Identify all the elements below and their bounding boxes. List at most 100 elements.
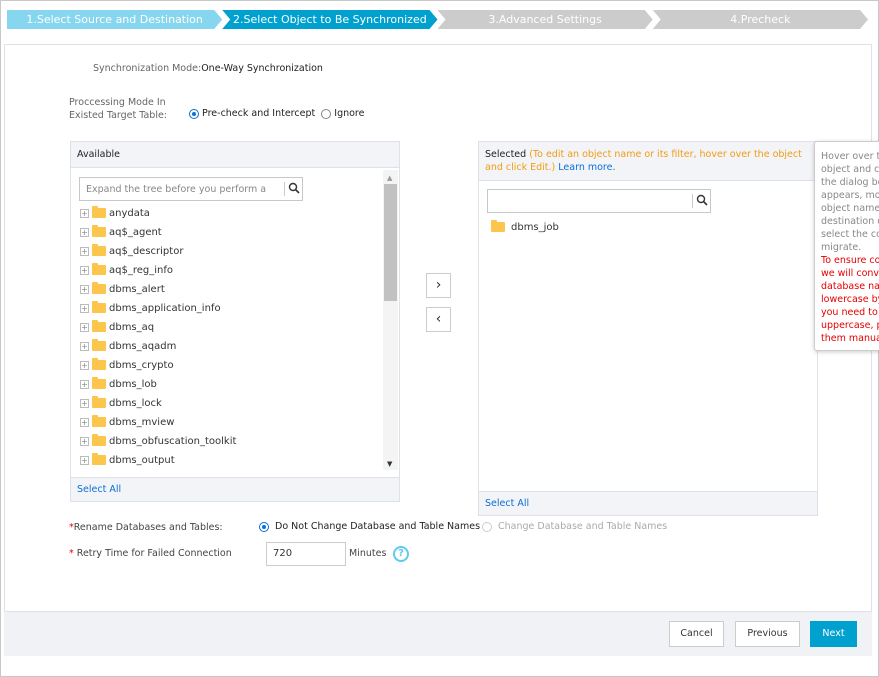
hover-tooltip: Hover over th object and cli the dialog bo… [814, 141, 879, 351]
tree-item[interactable]: + dbms_mview [80, 414, 174, 430]
folder-icon [92, 415, 106, 427]
tree-item-label: dbms_lock [109, 397, 162, 409]
rename-option-keep[interactable]: Do Not Change Database and Table Names [259, 521, 480, 532]
radio-ignore-label[interactable]: Ignore [334, 108, 364, 119]
cancel-button[interactable]: Cancel [669, 621, 724, 647]
processing-mode-label: Proccessing Mode In Existed Target Table… [69, 96, 167, 122]
tree-item[interactable]: + dbms_lob [80, 376, 157, 392]
radio-ignore[interactable] [321, 108, 332, 119]
expand-icon[interactable]: + [80, 436, 89, 446]
tree-item-label: anydata [109, 207, 150, 219]
search-icon[interactable] [284, 182, 300, 196]
available-select-all[interactable]: Select All [71, 477, 399, 501]
expand-icon[interactable]: + [80, 341, 89, 351]
tree-item[interactable]: + dbms_aqadm [80, 338, 176, 354]
tree-item-label: aq$_reg_info [109, 264, 173, 276]
tooltip-warning-line: you need to k [821, 307, 879, 318]
tree-item[interactable]: + dbms_application_info [80, 300, 221, 316]
step-1: 1.Select Source and Destination [7, 10, 222, 29]
available-title: Available [71, 142, 399, 168]
tree-item[interactable]: + dbms_obfuscation_toolkit [80, 433, 236, 449]
tooltip-line: destination da [821, 216, 879, 227]
tooltip-line: Hover over th [821, 151, 879, 162]
tree-item-label: aq$_agent [109, 226, 162, 238]
processing-mode-options: Pre-check and Intercept Ignore [189, 108, 364, 119]
scroll-down-icon[interactable]: ▼ [387, 460, 392, 468]
previous-button[interactable]: Previous [735, 621, 800, 647]
retry-label-text: Retry Time for Failed Connection [76, 548, 232, 559]
tree-item[interactable]: + anydata [80, 205, 150, 221]
expand-icon[interactable]: + [80, 322, 89, 332]
expand-icon[interactable]: + [80, 227, 89, 237]
rename-label-text: Rename Databases and Tables: [73, 522, 223, 533]
folder-icon [92, 320, 106, 332]
tree-item[interactable]: + dbms_output [80, 452, 175, 468]
available-search-input[interactable]: Expand the tree before you perform a glo [79, 177, 303, 201]
tree-item-label: dbms_application_info [109, 302, 221, 314]
tooltip-warning-line: we will conve [821, 268, 879, 279]
expand-icon[interactable]: + [80, 360, 89, 370]
selected-header: Selected (To edit an object name or its … [479, 142, 817, 181]
expand-icon[interactable]: + [80, 455, 89, 465]
sync-mode-value: One-Way Synchronization [201, 63, 323, 74]
selected-select-all[interactable]: Select All [479, 491, 817, 515]
retry-time-input[interactable]: 720 [266, 542, 346, 566]
tree-item[interactable]: + dbms_crypto [80, 357, 174, 373]
selected-item[interactable]: dbms_job [491, 219, 559, 235]
sync-mode: Synchronization Mode:One-Way Synchroniza… [93, 63, 323, 74]
tree-item[interactable]: + dbms_aq [80, 319, 154, 335]
tree-item-label: aq$_descriptor [109, 245, 184, 257]
expand-icon[interactable]: + [80, 265, 89, 275]
learn-more-link[interactable]: Learn more. [558, 162, 615, 173]
step-2: 2.Select Object to Be Synchronized [222, 10, 437, 29]
tree-item-label: dbms_aqadm [109, 340, 177, 352]
step-3: 3.Advanced Settings [438, 10, 653, 29]
tooltip-line: object name o [821, 203, 879, 214]
folder-icon [92, 301, 106, 313]
expand-icon[interactable]: + [80, 398, 89, 408]
retry-label: * Retry Time for Failed Connection [69, 548, 232, 559]
scroll-up-icon[interactable]: ▲ [387, 174, 392, 182]
expand-icon[interactable]: + [80, 303, 89, 313]
sync-mode-label: Synchronization Mode: [93, 63, 202, 74]
rename-option-change[interactable]: Change Database and Table Names [482, 521, 667, 532]
search-icon[interactable] [692, 194, 708, 208]
available-search-placeholder: Expand the tree before you perform a glo [86, 184, 266, 195]
expand-icon[interactable]: + [80, 417, 89, 427]
help-icon[interactable]: ? [393, 546, 409, 562]
folder-icon [92, 434, 106, 446]
scrollbar-thumb[interactable] [384, 184, 397, 301]
tree-item[interactable]: + aq$_reg_info [80, 262, 173, 278]
radio-precheck-label[interactable]: Pre-check and Intercept [202, 108, 315, 119]
tree-item[interactable]: + aq$_descriptor [80, 243, 183, 259]
selected-hint: (To edit an object name or its filter, h… [485, 149, 802, 173]
rename-label: *Rename Databases and Tables: [69, 522, 223, 533]
radio-change-names[interactable] [482, 521, 492, 532]
tree-item-label: dbms_lob [109, 378, 157, 390]
tree-item-label: dbms_mview [109, 416, 175, 428]
radio-precheck[interactable] [189, 108, 199, 119]
expand-icon[interactable]: + [80, 379, 89, 389]
selected-search-input[interactable] [487, 189, 711, 213]
add-to-selected-button[interactable]: › [426, 273, 451, 298]
remove-from-selected-button[interactable]: ‹ [426, 307, 451, 332]
folder-icon [92, 263, 106, 275]
expand-icon[interactable]: + [80, 208, 89, 218]
tooltip-line: object and cli [821, 164, 879, 175]
tree-item[interactable]: + dbms_alert [80, 281, 165, 297]
expand-icon[interactable]: + [80, 284, 89, 294]
expand-icon[interactable]: + [80, 246, 89, 256]
tree-item-label: dbms_obfuscation_toolkit [109, 435, 237, 447]
folder-icon [92, 244, 106, 256]
available-scrollbar[interactable]: ▲ ▼ [383, 170, 398, 470]
folder-icon [92, 282, 106, 294]
tree-item[interactable]: + dbms_lock [80, 395, 162, 411]
radio-keep-names[interactable] [259, 521, 269, 532]
folder-icon [92, 377, 106, 389]
next-button[interactable]: Next [810, 621, 857, 647]
radio-keep-names-label[interactable]: Do Not Change Database and Table Names [275, 521, 480, 532]
tooltip-warning-line: To ensure con [821, 255, 879, 266]
retry-unit: Minutes [349, 548, 387, 559]
radio-change-names-label[interactable]: Change Database and Table Names [498, 521, 667, 532]
tree-item[interactable]: + aq$_agent [80, 224, 162, 240]
